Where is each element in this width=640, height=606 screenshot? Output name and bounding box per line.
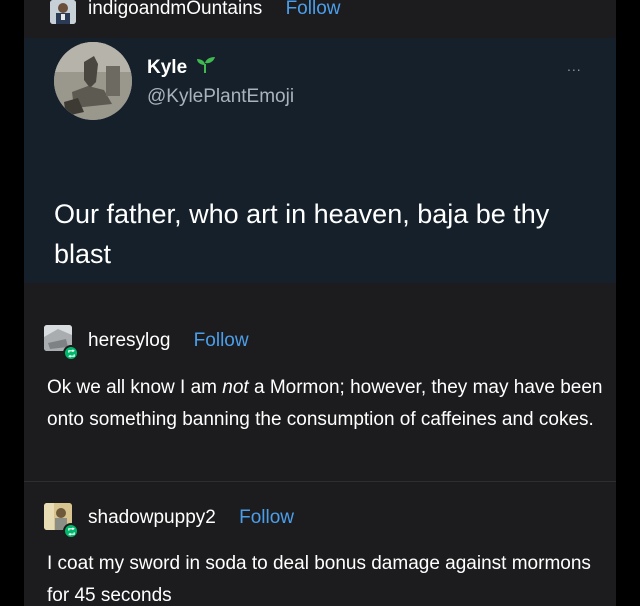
- header-row: indigoandmOuntains Follow: [88, 0, 340, 20]
- reblog-header: heresylog Follow: [88, 330, 249, 352]
- reblog-text: Ok we all know I am not a Mormon; howeve…: [47, 372, 607, 436]
- reblog-icon: [63, 523, 79, 539]
- header-follow-button[interactable]: Follow: [286, 0, 341, 19]
- tweet-avatar-image: [54, 42, 132, 120]
- reblog-icon: [63, 345, 79, 361]
- reblog-follow-button[interactable]: Follow: [239, 507, 294, 528]
- embedded-tweet[interactable]: Kyle @KylePlantEmoji ... Our father, who…: [24, 38, 616, 283]
- avatar-image: [50, 0, 76, 24]
- post-divider: [24, 481, 616, 482]
- user-avatar[interactable]: [50, 0, 76, 24]
- tweet-name-text: Kyle: [147, 57, 188, 78]
- reblog-text-part: Ok we all know I am: [47, 377, 223, 398]
- header-username[interactable]: indigoandmOuntains: [88, 0, 262, 19]
- seedling-icon: [197, 57, 216, 73]
- reblog-username[interactable]: heresylog: [88, 330, 170, 351]
- reblog-header: shadowpuppy2 Follow: [88, 507, 294, 529]
- tweet-more-button[interactable]: ...: [567, 58, 582, 74]
- tweet-avatar[interactable]: [54, 42, 132, 120]
- reblog-username[interactable]: shadowpuppy2: [88, 507, 216, 528]
- reblog-text-emphasis: not: [222, 377, 249, 398]
- reblog-follow-button[interactable]: Follow: [194, 330, 249, 351]
- tweet-author-name[interactable]: Kyle: [147, 56, 216, 79]
- tweet-handle[interactable]: @KylePlantEmoji: [147, 86, 294, 108]
- reblog-text: I coat my sword in soda to deal bonus da…: [47, 553, 591, 606]
- tweet-text: Our father, who art in heaven, baja be t…: [54, 199, 550, 269]
